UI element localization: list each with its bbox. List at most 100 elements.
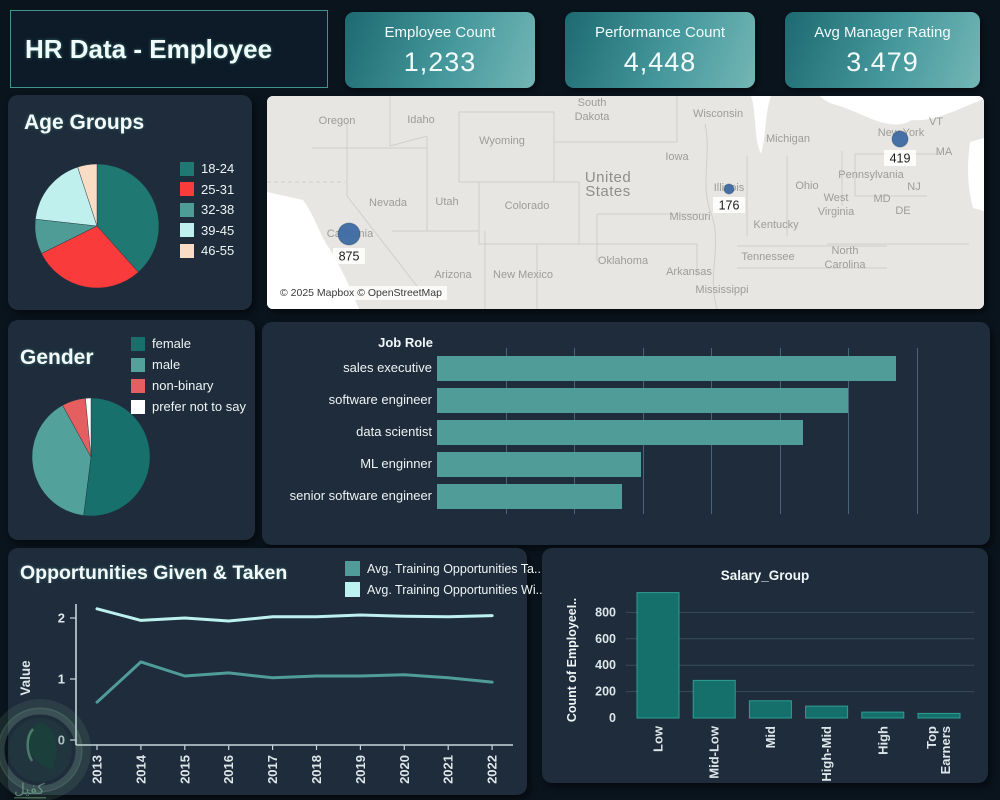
opportunities-line-chart: 0 1 2 Value 2013 2014 2015 2016 2017 2018 2019 2020…: [18, 604, 513, 784]
legend-swatch: [131, 378, 145, 393]
x-tick-label-2016: 2016: [221, 755, 236, 784]
y-tick-label: 1: [58, 672, 65, 687]
y-tick-label: 0: [58, 733, 65, 748]
kpi-label: Avg Manager Rating: [814, 24, 951, 41]
map-label-colorado: Colorado: [505, 200, 550, 212]
legend-swatch: [180, 161, 194, 176]
salary-x-tick-label-low: Low: [651, 725, 666, 752]
x-tick-label-2014: 2014: [133, 754, 148, 784]
job-role-category-label: data scientist: [356, 424, 432, 439]
map-label-new-mexico: New Mexico: [493, 269, 553, 281]
line-series-avg-training-opportunities-ta[interactable]: [95, 660, 494, 704]
salary-bar-mid-low[interactable]: [692, 679, 736, 719]
employee-location-map[interactable]: Oregon Idaho Wyoming South Dakota Wisconsin Mi…: [267, 96, 984, 309]
job-role-category-label: sales executive: [343, 360, 432, 375]
salary-y-tick-label: 200: [595, 685, 616, 699]
map-label-utah: Utah: [435, 196, 458, 208]
job-role-category-label: ML enginner: [360, 456, 432, 471]
legend-item-32-38[interactable]: 32-38: [180, 202, 234, 217]
legend-item-39-45[interactable]: 39-45: [180, 223, 234, 238]
legend-item-25-31[interactable]: 25-31: [180, 182, 234, 197]
legend-swatch: [180, 182, 194, 196]
age-groups-title: Age Groups: [24, 111, 145, 134]
job-role-bar-data-scientist[interactable]: [437, 419, 803, 445]
job-role-bar-sales-executive[interactable]: [437, 355, 896, 381]
map-marker-value: 176: [719, 199, 740, 213]
page-title: HR Data - Employee: [25, 33, 273, 64]
legend-label: prefer not to say: [152, 399, 246, 414]
salary-bar-mid[interactable]: [748, 700, 792, 719]
x-tick-label-2013: 2013: [90, 755, 105, 784]
legend-label: 18-24: [201, 161, 235, 176]
salary-bar-top-earners[interactable]: [917, 712, 961, 719]
legend-label: male: [152, 357, 181, 372]
map-marker-176[interactable]: [723, 183, 735, 195]
salary-x-tick-label-high: High: [875, 726, 890, 755]
job-role-bar-ml-enginner[interactable]: [437, 451, 642, 477]
legend-item-prefer-not-to-say[interactable]: prefer not to say: [131, 399, 246, 414]
kpi-value: 4,448: [623, 47, 697, 77]
salary-bar-high[interactable]: [861, 711, 905, 719]
legend-swatch: [131, 357, 145, 372]
salary-y-tick-label: 0: [609, 711, 616, 725]
age-groups-panel: Age Groups 18-24 25-31 32-38 39-45 46-55: [8, 95, 252, 310]
kpi-label: Performance Count: [594, 24, 726, 41]
kpi-card-employee-count: Employee Count 1,233: [345, 12, 535, 88]
dashboard-title-box: HR Data - Employee: [10, 10, 328, 88]
job-role-bar-software-engineer[interactable]: [437, 387, 848, 413]
x-tick-label-2019: 2019: [353, 755, 368, 784]
map-label-united-states: United States: [585, 169, 631, 200]
salary-chart-title: Salary_Group: [721, 568, 810, 583]
salary-x-tick-label-top-earners: Top: [924, 726, 939, 749]
map-marker-875[interactable]: [337, 222, 361, 246]
map-label-nevada: Nevada: [369, 197, 408, 209]
salary-x-tick-label-mid: Mid: [763, 726, 778, 748]
legend-swatch: [180, 243, 194, 258]
x-tick-label-2021: 2021: [441, 755, 456, 784]
map-label-vt: VT: [929, 116, 943, 128]
legend-label: 46-55: [201, 243, 235, 258]
map-label-missouri: Missouri: [670, 211, 711, 223]
legend-label: 32-38: [201, 202, 235, 217]
map-label-ma: MA: [936, 146, 953, 158]
kpi-card-avg-manager-rating: Avg Manager Rating 3.479: [785, 12, 980, 88]
salary-x-tick-label-top-earners: Earners: [938, 726, 953, 774]
salary-group-bar-chart: Salary_Group Count of EmployeeI.. 0 200 400 6…: [565, 568, 974, 782]
salary-group-panel: Salary_Group Count of EmployeeI.. 0 200 400 6…: [542, 548, 988, 783]
map-label-arkansas: Arkansas: [666, 266, 712, 278]
legend-item-female[interactable]: female: [131, 336, 246, 351]
map-label-oregon: Oregon: [319, 115, 356, 127]
job-role-axis-title: Job Role: [378, 335, 433, 350]
x-tick-label-2017: 2017: [265, 755, 280, 784]
hr-dashboard: HR Data - Employee Employee Count 1,233 …: [0, 0, 1000, 800]
map-label-mississippi: Mississippi: [695, 284, 748, 296]
salary-bar-low[interactable]: [636, 592, 680, 719]
map-label-oklahoma: Oklahoma: [598, 255, 649, 267]
x-tick-label-2020: 2020: [397, 755, 412, 784]
legend-swatch: [180, 202, 194, 217]
map-label-idaho: Idaho: [407, 114, 435, 126]
map-label-wyoming: Wyoming: [479, 135, 525, 147]
map-marker-419[interactable]: [891, 130, 909, 148]
legend-item-46-55[interactable]: 46-55: [180, 243, 234, 258]
kpi-label: Employee Count: [384, 24, 496, 41]
kpi-card-performance-count: Performance Count 4,448: [565, 12, 755, 88]
y-axis-title: Value: [18, 660, 33, 696]
map-attribution[interactable]: © 2025 Mapbox © OpenStreetMap: [275, 286, 447, 300]
job-role-category-label: software engineer: [328, 392, 432, 407]
legend-item-male[interactable]: male: [131, 357, 246, 372]
map-label-ohio: Ohio: [795, 180, 818, 192]
legend-item-non-binary[interactable]: non-binary: [131, 378, 246, 393]
job-role-category-label: senior software engineer: [289, 488, 432, 503]
map-label-kentucky: Kentucky: [753, 219, 799, 231]
map-label-wisconsin: Wisconsin: [693, 108, 743, 120]
map-label-iowa: Iowa: [665, 151, 689, 163]
salary-bar-high-mid[interactable]: [805, 705, 849, 719]
map-label-michigan: Michigan: [766, 133, 810, 145]
legend-swatch: [180, 223, 194, 237]
line-series-avg-training-opportunities-wi[interactable]: [95, 607, 494, 623]
legend-item-18-24[interactable]: 18-24: [180, 161, 234, 176]
job-role-bar-senior-software-engineer[interactable]: [437, 483, 622, 509]
us-map[interactable]: Oregon IdahoWyomingSouth Dakota WisconsinMi…: [267, 96, 984, 309]
salary-y-axis-title: Count of EmployeeI..: [565, 598, 579, 722]
